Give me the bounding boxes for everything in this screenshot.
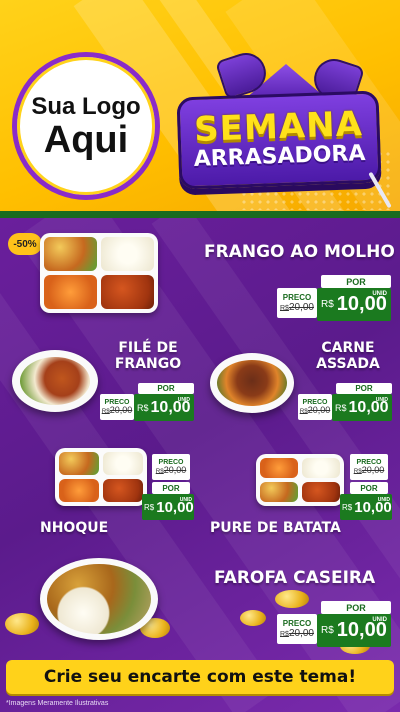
old-price: R$20,00 [155, 464, 187, 475]
price-tag[interactable]: PRECO R$20,00 POR R$ 10,00 UNID [142, 454, 196, 540]
preco-label: PRECO [282, 292, 312, 302]
title-box: SEMANA ARRASADORA [176, 90, 382, 190]
food-rice [302, 458, 340, 478]
price-tag[interactable]: POR PRECO R$20,00 R$ 10,00 UNID [277, 601, 391, 649]
new-price: R$ 10,00 UNID [340, 494, 392, 520]
product-name: FRANGO AO MOLHO [204, 242, 395, 262]
old-price-box: PRECO R$20,00 [298, 394, 332, 420]
new-price: R$ 10,00 UNID [317, 614, 391, 647]
price-tag[interactable]: POR PRECO R$20,00 R$ 10,00 UNID [100, 383, 194, 423]
old-price: R$20,00 [299, 404, 331, 415]
dish-image [12, 350, 98, 412]
logo-text-line2: Aqui [43, 119, 129, 161]
food-salad [59, 452, 99, 475]
preco-label: PRECO [282, 618, 312, 628]
food-salad [44, 237, 97, 271]
new-price: R$ 10,00 UNID [332, 394, 392, 421]
dish-image [40, 233, 158, 313]
price-tag[interactable]: POR PRECO R$20,00 R$ 10,00 UNID [277, 275, 391, 323]
product-name: FILÉ DE FRANGO [114, 340, 182, 373]
sign-stick [368, 171, 392, 209]
product-name: FAROFA CASEIRA [214, 568, 376, 588]
header-banner: Sua Logo Aqui SEMANA ARRASADORA [0, 0, 400, 215]
new-price: R$ 10,00 UNID [317, 288, 391, 321]
food-carrot [260, 458, 298, 478]
food-rice [103, 452, 143, 475]
dish-image [55, 448, 147, 506]
old-price: R$20,00 [353, 464, 385, 475]
title-line2: ARRASADORA [193, 141, 366, 173]
product-name: PURE DE BATATA [210, 520, 341, 536]
new-price: R$ 10,00 UNID [142, 494, 194, 520]
logo-placeholder[interactable]: Sua Logo Aqui [12, 52, 160, 200]
food-rice [101, 237, 154, 271]
old-price: R$20,00 [280, 627, 314, 639]
old-price-box: PRECO R$20,00 [100, 394, 134, 420]
por-label: POR [152, 482, 190, 494]
logo-text-line1: Sua Logo [31, 93, 141, 120]
gold-coin-icon [5, 613, 39, 635]
food-mashed-potato [260, 482, 298, 502]
disclaimer: *Imagens Meramente Ilustrativas [6, 700, 109, 707]
gold-coin-icon [240, 610, 266, 626]
por-label: POR [138, 383, 194, 394]
food-chicken [101, 275, 154, 309]
old-price-box: PRECO R$20,00 [350, 454, 388, 480]
semana-arrasadora-badge: SEMANA ARRASADORA [176, 47, 392, 212]
old-price-box: PRECO R$20,00 [277, 288, 317, 318]
dish-image [210, 353, 294, 413]
new-price: R$ 10,00 UNID [134, 394, 194, 421]
products-area: -50% FRANGO AO MOLHO POR PRECO R$20,00 R… [0, 218, 400, 712]
por-label: POR [321, 275, 391, 288]
old-price-box: PRECO R$20,00 [152, 454, 190, 480]
por-label: POR [321, 601, 391, 614]
discount-badge: -50% [8, 233, 42, 255]
product-name: NHOQUE [40, 520, 109, 536]
food-meat [302, 482, 340, 502]
cta-banner[interactable]: Crie seu encarte com este tema! [6, 660, 394, 694]
price-tag[interactable]: PRECO R$20,00 POR R$ 10,00 UNID [340, 454, 394, 540]
food-carrot [59, 479, 99, 502]
dish-image [40, 558, 158, 640]
product-name: CARNE ASSADA [316, 340, 380, 373]
old-price-box: PRECO R$20,00 [277, 614, 317, 644]
price-tag[interactable]: POR PRECO R$20,00 R$ 10,00 UNID [298, 383, 392, 423]
dish-image [256, 454, 344, 506]
food-carrot [44, 275, 97, 309]
por-label: POR [350, 482, 388, 494]
divider-band [0, 211, 400, 218]
food-gnocchi [103, 479, 143, 502]
old-price: R$20,00 [280, 301, 314, 313]
por-label: POR [336, 383, 392, 394]
old-price: R$20,00 [101, 404, 133, 415]
